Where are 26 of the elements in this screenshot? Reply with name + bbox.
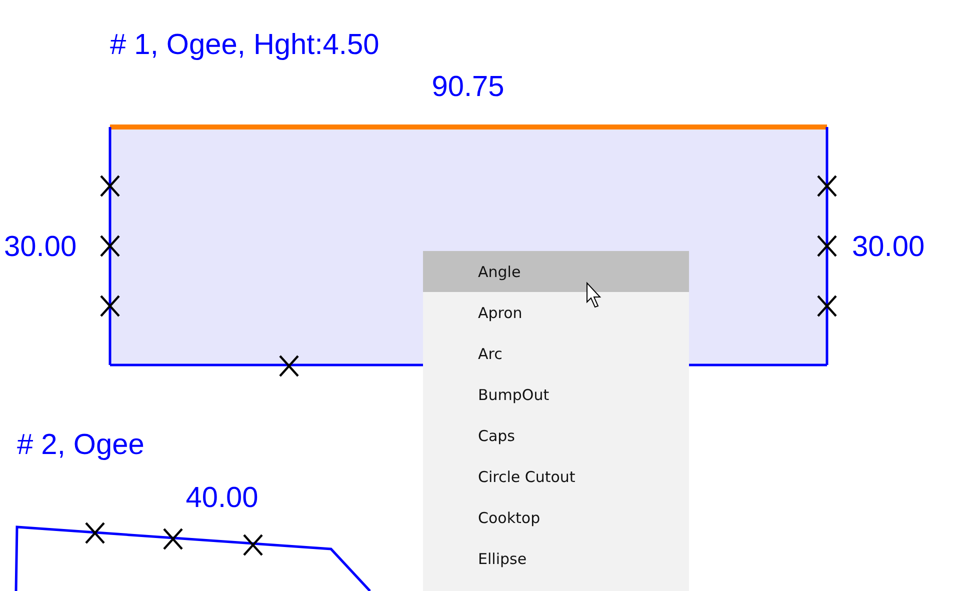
x-mark[interactable] <box>100 234 120 258</box>
dimension-label: 90.75 <box>432 70 504 104</box>
x-mark[interactable] <box>162 528 184 550</box>
menu-item[interactable]: Caps <box>423 415 689 456</box>
menu-item[interactable]: Circle Cutout <box>423 456 689 497</box>
menu-item[interactable]: Apron <box>423 292 689 333</box>
menu-item[interactable]: Angle <box>423 251 689 292</box>
piece-title: # 1, Ogee, Hght:4.50 <box>110 28 380 62</box>
x-mark[interactable] <box>816 294 838 318</box>
x-mark[interactable] <box>242 534 264 556</box>
x-mark[interactable] <box>100 174 120 198</box>
x-mark[interactable] <box>816 174 838 198</box>
menu-item[interactable]: Cooktop <box>423 497 689 538</box>
x-mark[interactable] <box>816 234 838 258</box>
menu-item[interactable]: Arc <box>423 333 689 374</box>
menu-item[interactable]: Ellipse <box>423 538 689 579</box>
piece-title: # 2, Ogee <box>17 428 144 462</box>
cursor-icon <box>586 282 602 308</box>
x-mark[interactable] <box>278 354 300 378</box>
dimension-label: 30.00 <box>4 230 77 264</box>
menu-item[interactable]: BumpOut <box>423 374 689 415</box>
x-mark[interactable] <box>84 522 106 544</box>
dimension-label: 30.00 <box>852 230 925 264</box>
countertop-outline[interactable] <box>14 526 371 591</box>
dimension-label: 40.00 <box>186 481 258 515</box>
x-mark[interactable] <box>100 294 120 318</box>
